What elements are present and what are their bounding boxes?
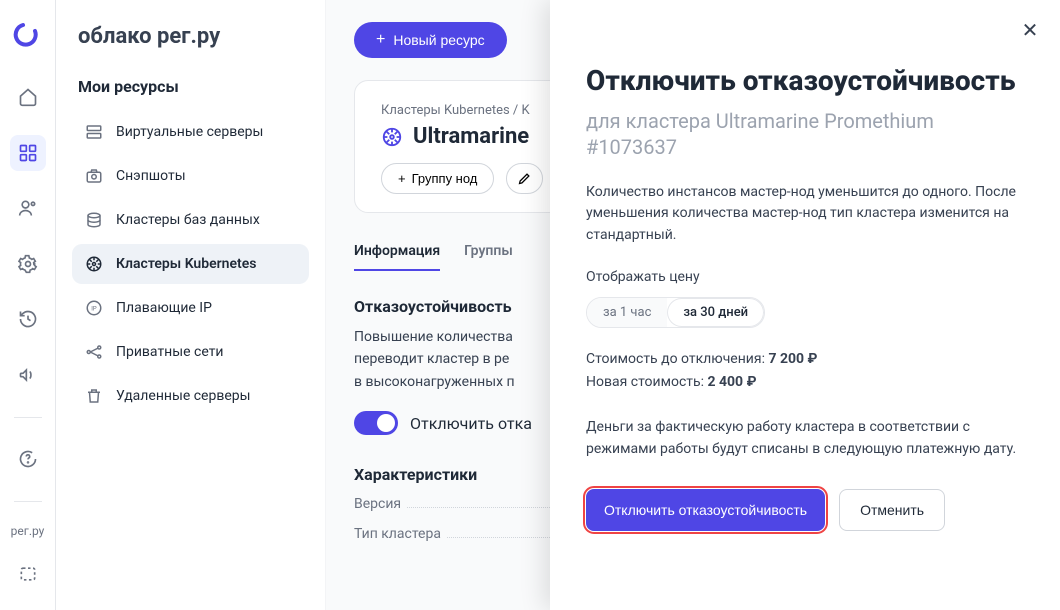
sidebar-item-snapshots[interactable]: Снэпшоты bbox=[72, 156, 309, 196]
period-month-option[interactable]: за 30 дней bbox=[667, 298, 764, 327]
billing-note: Деньги за фактическую работу кластера в … bbox=[586, 417, 1024, 460]
rail-divider bbox=[14, 417, 42, 418]
sidebar-section-title: Мои ресурсы bbox=[78, 77, 303, 96]
sidebar-item-label: Удаленные серверы bbox=[116, 388, 251, 404]
app-rail: рег.ру bbox=[0, 0, 56, 610]
sidebar-item-label: Снэпшоты bbox=[116, 168, 186, 184]
rail-announce-icon[interactable] bbox=[10, 357, 46, 393]
sidebar-item-virtual-servers[interactable]: Виртуальные серверы bbox=[72, 112, 309, 152]
cluster-name: Ultramarine bbox=[413, 124, 529, 149]
price-display-label: Отображать цену bbox=[586, 269, 1024, 285]
helm-icon bbox=[381, 126, 403, 148]
close-icon[interactable]: ✕ bbox=[1016, 16, 1044, 44]
modal-description: Количество инстансов мастер-нод уменьшит… bbox=[586, 182, 1024, 247]
price-summary: Стоимость до отключения: 7 200 ₽ Новая с… bbox=[586, 348, 1024, 396]
sidebar-item-floating-ip[interactable]: IP Плавающие IP bbox=[72, 288, 309, 328]
camera-icon bbox=[84, 166, 104, 186]
add-node-group-button[interactable]: + Группу нод bbox=[381, 163, 494, 194]
period-hour-option[interactable]: за 1 час bbox=[587, 298, 667, 327]
char-type-label: Тип кластера bbox=[354, 526, 441, 542]
sidebar: облако рег.ру Мои ресурсы Виртуальные се… bbox=[56, 0, 326, 610]
database-icon bbox=[84, 210, 104, 230]
sidebar-item-label: Кластеры Kubernetes bbox=[116, 256, 256, 272]
cancel-button[interactable]: Отменить bbox=[839, 489, 945, 531]
server-icon bbox=[84, 122, 104, 142]
cost-after-value: 2 400 ₽ bbox=[707, 374, 756, 390]
sidebar-item-label: Виртуальные серверы bbox=[116, 124, 263, 140]
app-logo bbox=[12, 18, 44, 50]
rail-users-icon[interactable] bbox=[10, 191, 46, 227]
rail-settings-icon[interactable] bbox=[10, 246, 46, 282]
tab-groups[interactable]: Группы bbox=[464, 243, 513, 271]
sidebar-item-kubernetes[interactable]: Кластеры Kubernetes bbox=[72, 244, 309, 284]
price-period-segmented: за 1 час за 30 дней bbox=[586, 297, 765, 328]
char-version-label: Версия bbox=[354, 496, 401, 512]
rail-brand-label: рег.ру bbox=[11, 524, 45, 538]
main-content: + Новый ресурс Кластеры Kubernetes / K U… bbox=[326, 0, 1060, 610]
trash-icon bbox=[84, 386, 104, 406]
rail-home-icon[interactable] bbox=[10, 80, 46, 116]
rail-history-icon[interactable] bbox=[10, 302, 46, 338]
modal-title: Отключить отказоустойчивость bbox=[586, 64, 1024, 98]
rail-help-icon[interactable] bbox=[10, 442, 46, 478]
network-icon bbox=[84, 342, 104, 362]
cost-before-value: 7 200 ₽ bbox=[768, 351, 817, 367]
sidebar-item-label: Кластеры баз данных bbox=[116, 212, 260, 228]
rail-resources-icon[interactable] bbox=[10, 135, 46, 171]
plus-icon: + bbox=[398, 171, 406, 186]
ip-icon: IP bbox=[84, 298, 104, 318]
new-resource-label: Новый ресурс bbox=[393, 32, 484, 48]
rail-divider-2 bbox=[14, 501, 42, 502]
ha-toggle-label: Отключить отка bbox=[410, 414, 532, 433]
plus-icon: + bbox=[376, 32, 385, 48]
helm-icon bbox=[84, 254, 104, 274]
sidebar-item-label: Плавающие IP bbox=[116, 300, 212, 316]
cost-before-label: Стоимость до отключения: bbox=[586, 351, 768, 367]
cost-after-label: Новая стоимость: bbox=[586, 374, 707, 390]
sidebar-item-db-clusters[interactable]: Кластеры баз данных bbox=[72, 200, 309, 240]
rail-collapse-icon[interactable] bbox=[10, 556, 46, 592]
add-node-group-label: Группу нод bbox=[412, 171, 478, 186]
disable-ha-modal: ✕ Отключить отказоустойчивость для класт… bbox=[550, 0, 1060, 610]
ha-toggle[interactable] bbox=[354, 411, 398, 435]
svg-text:IP: IP bbox=[91, 305, 97, 312]
modal-subtitle: для кластера Ultramarine Promethium #107… bbox=[586, 108, 1024, 160]
tab-info[interactable]: Информация bbox=[354, 243, 440, 271]
sidebar-item-label: Приватные сети bbox=[116, 344, 224, 360]
edit-button[interactable] bbox=[506, 163, 543, 194]
new-resource-button[interactable]: + Новый ресурс bbox=[354, 22, 507, 58]
confirm-disable-button[interactable]: Отключить отказоустойчивость bbox=[586, 489, 825, 531]
sidebar-item-private-networks[interactable]: Приватные сети bbox=[72, 332, 309, 372]
sidebar-item-deleted-servers[interactable]: Удаленные серверы bbox=[72, 376, 309, 416]
pencil-icon bbox=[517, 171, 532, 186]
product-title: облако рег.ру bbox=[78, 24, 309, 49]
